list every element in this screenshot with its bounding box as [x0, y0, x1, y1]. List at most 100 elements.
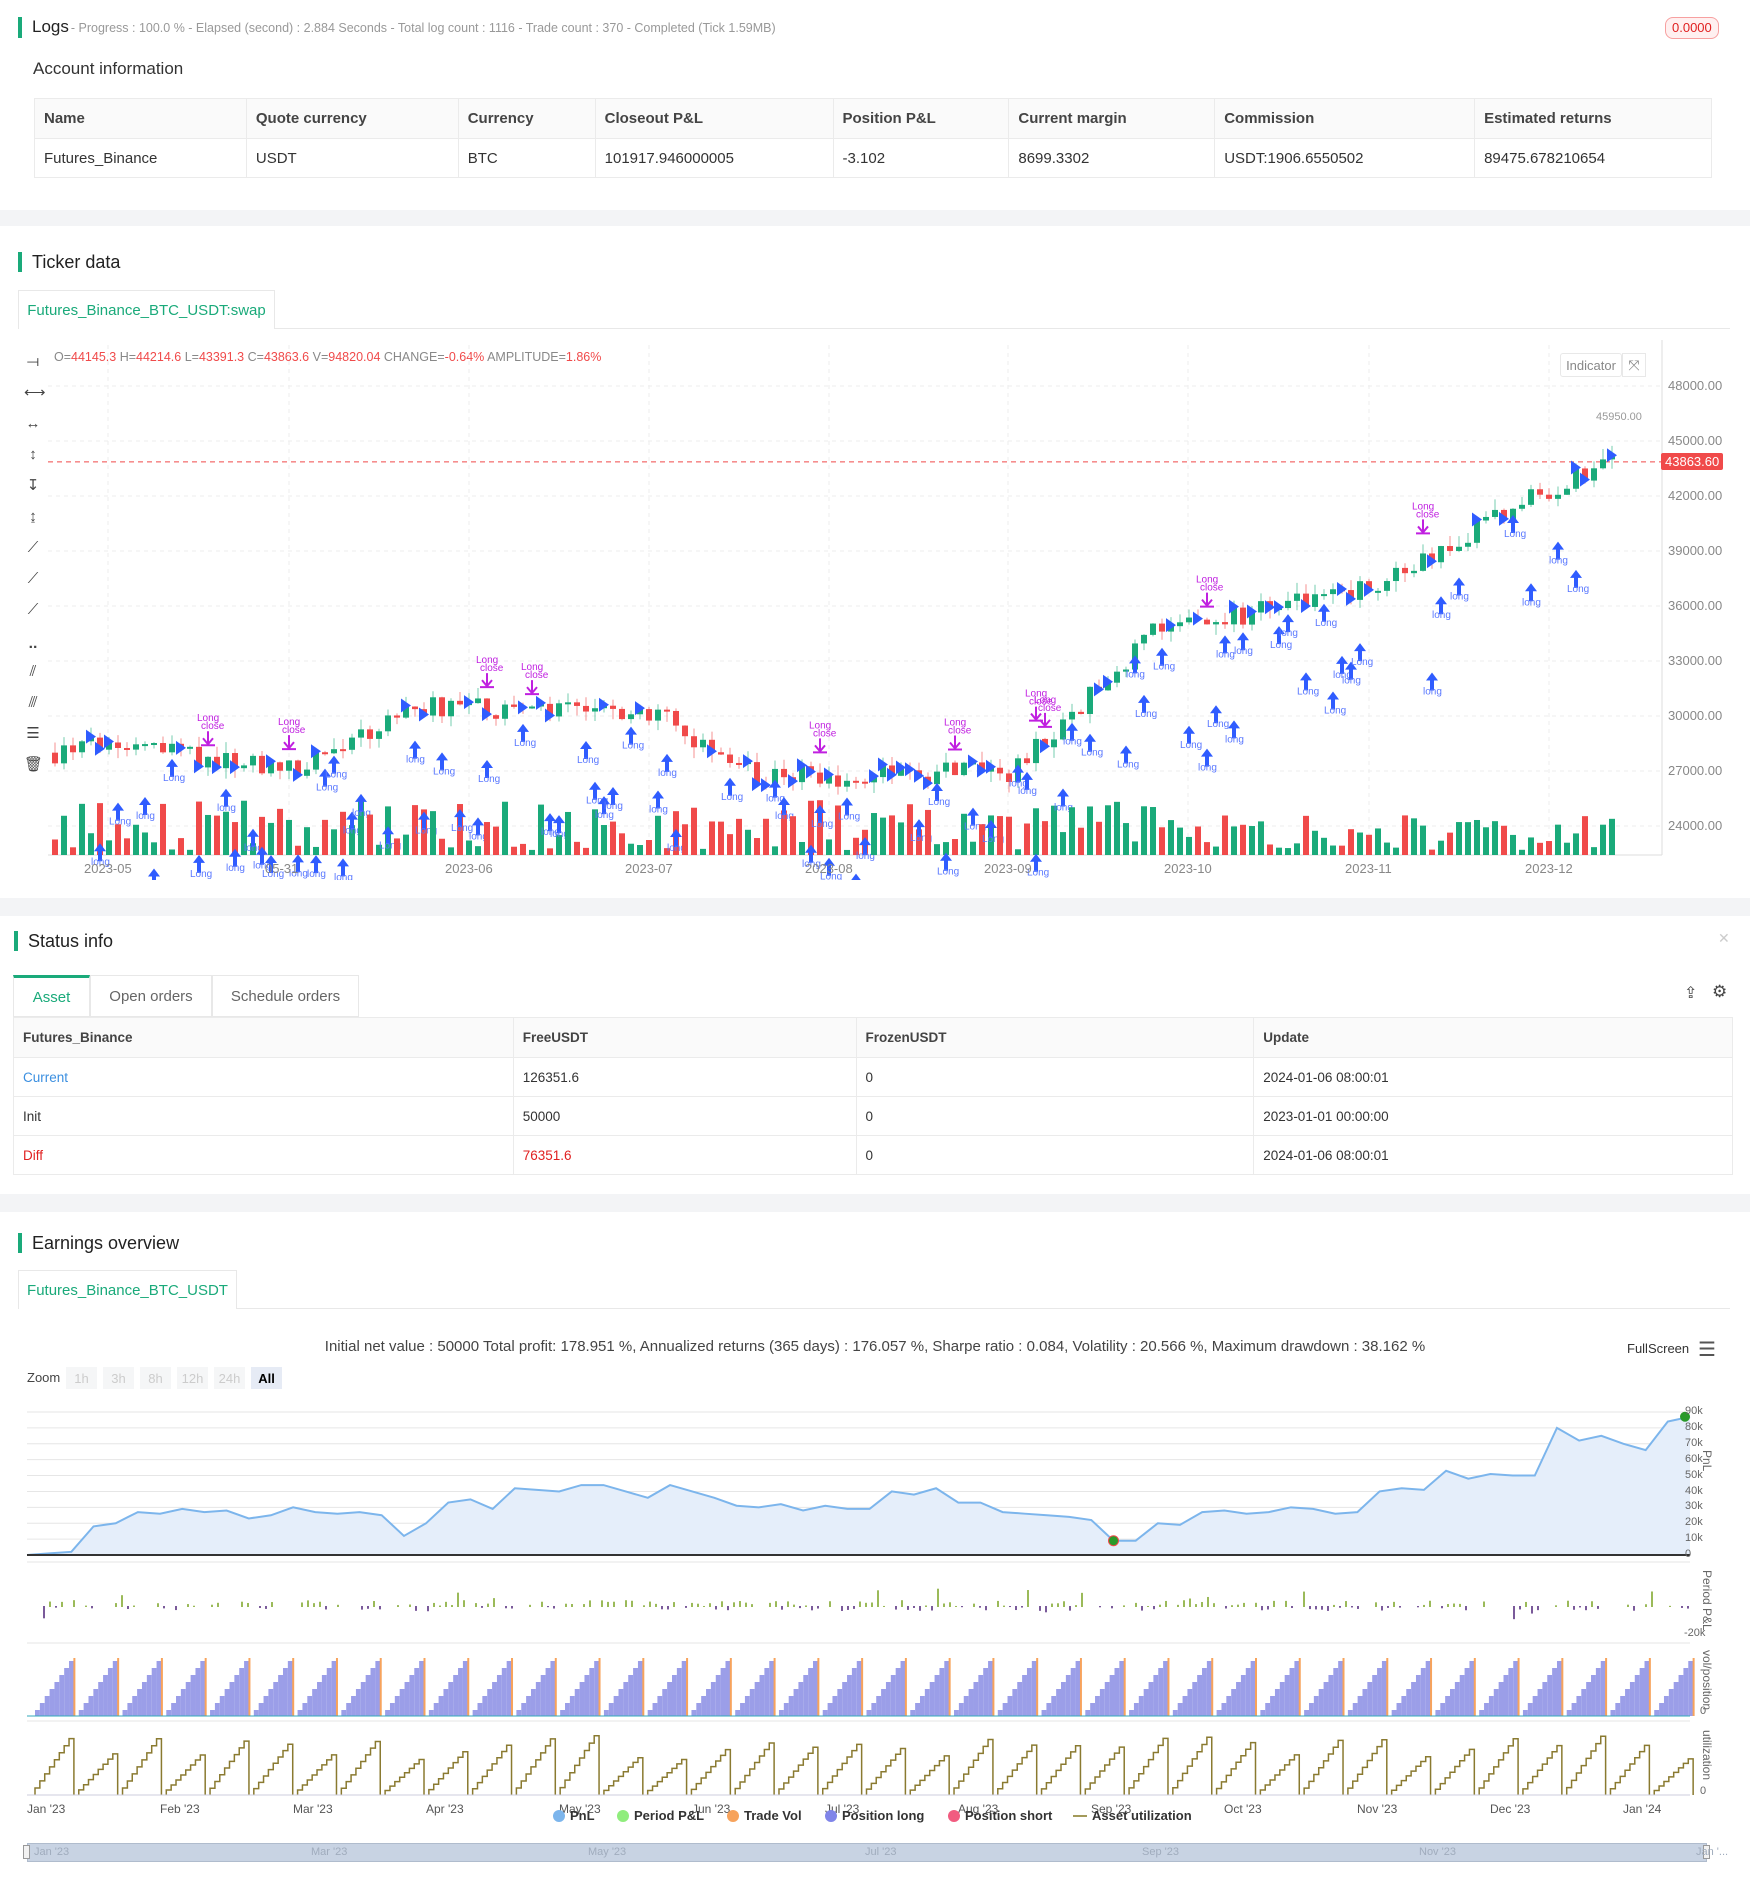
volume-bar [1501, 825, 1507, 855]
tab-earnings-symbol[interactable]: Futures_Binance_BTC_USDT [18, 1270, 237, 1309]
settings-icon[interactable]: ⚙ [1712, 982, 1727, 1002]
period-pnl-bar [1147, 1605, 1149, 1607]
position-long-bar [190, 1675, 196, 1716]
position-long-bar [312, 1689, 318, 1716]
position-long-bar [151, 1668, 157, 1716]
zoom-12h[interactable]: 12h [177, 1367, 208, 1389]
volume-bar [214, 815, 220, 855]
period-pnl-bar [1231, 1605, 1233, 1607]
period-pnl-bar [1051, 1603, 1053, 1607]
volume-bar [1294, 843, 1300, 855]
volume-bar [907, 804, 913, 855]
position-long-bar [1163, 1661, 1168, 1716]
volume-bar [1510, 834, 1516, 855]
position-long-bar [822, 1710, 828, 1716]
period-pnl-bar [127, 1606, 129, 1610]
collapse-icon[interactable]: ✕ [1718, 930, 1730, 947]
tab-open-orders[interactable]: Open orders [90, 975, 212, 1017]
position-long-bar [477, 1703, 483, 1716]
zoom-8h[interactable]: 8h [140, 1367, 171, 1389]
period-pnl-bar [265, 1606, 267, 1609]
position-long-bar [1454, 1682, 1460, 1716]
position-long-bar [778, 1710, 784, 1716]
earnings-chart[interactable] [0, 1395, 1750, 1815]
zoom-3h[interactable]: 3h [103, 1367, 134, 1389]
tab-ticker-swap[interactable]: Futures_Binance_BTC_USDT:swap [18, 290, 275, 329]
position-long-bar [954, 1710, 959, 1716]
position-long-bar [1304, 1710, 1309, 1716]
account-cell: Futures_Binance [34, 138, 247, 178]
candle [691, 728, 697, 759]
candle [646, 706, 652, 726]
tab-schedule-orders[interactable]: Schedule orders [212, 975, 359, 1017]
position-long-bar [1070, 1668, 1076, 1716]
position-long-bar [1532, 1696, 1538, 1716]
account-cell: 101917.946000005 [594, 138, 834, 178]
legend-item[interactable]: Period P&L [617, 1808, 704, 1823]
position-long-bar [107, 1668, 113, 1716]
period-pnl-bar [691, 1602, 693, 1607]
legend-item[interactable]: Asset utilization [1073, 1808, 1192, 1823]
position-long-bar [1095, 1696, 1100, 1716]
volume-bar [1411, 818, 1417, 855]
candle [1051, 731, 1057, 758]
period-pnl-bar [1597, 1606, 1599, 1609]
legend-item[interactable]: Position long [825, 1808, 924, 1823]
position-long-bar [268, 1689, 274, 1716]
svg-text:Long: Long [1153, 662, 1175, 673]
period-pnl-bar [481, 1606, 483, 1608]
legend-item[interactable]: PnL [553, 1808, 595, 1823]
candle [169, 735, 175, 756]
volume-bar [205, 814, 211, 855]
asset-header-cell: FrozenUSDT [855, 1017, 1255, 1058]
zoom-24h[interactable]: 24h [214, 1367, 245, 1389]
position-long-bar [997, 1710, 1003, 1716]
period-pnl-bar [1651, 1591, 1653, 1607]
position-long-bar [1634, 1675, 1640, 1716]
position-long-bar [1620, 1696, 1626, 1716]
zoom-1h[interactable]: 1h [66, 1367, 97, 1389]
volume-bar [52, 839, 58, 855]
volume-bar [1402, 815, 1408, 855]
fullscreen-button[interactable]: FullScreen [1627, 1341, 1689, 1356]
asset-cell: 0 [855, 1096, 1255, 1136]
position-long-bar [1415, 1675, 1421, 1716]
period-pnl-bar [1039, 1606, 1041, 1611]
asset-cell[interactable]: Current [13, 1057, 514, 1097]
period-pnl-bar [1465, 1606, 1467, 1611]
position-long-bar [1308, 1703, 1314, 1716]
position-long-bar [39, 1703, 45, 1716]
tab-asset[interactable]: Asset [13, 975, 90, 1017]
position-long-bar [1625, 1689, 1630, 1716]
svg-text:long: long [1216, 649, 1235, 660]
period-pnl-bar [1075, 1605, 1077, 1607]
position-long-bar [1031, 1661, 1037, 1716]
volume-bar [1177, 827, 1183, 855]
period-pnl-bar [397, 1605, 399, 1607]
position-long-bar [1591, 1675, 1596, 1716]
position-long-bar [1109, 1675, 1115, 1716]
volume-bar [1150, 807, 1156, 855]
candle [961, 761, 967, 777]
long-arrow-marker: long [1549, 541, 1568, 567]
menu-icon[interactable]: ☰ [1698, 1337, 1716, 1362]
legend-item[interactable]: Trade Vol [727, 1808, 802, 1823]
navigator-handle-left[interactable] [23, 1845, 30, 1859]
legend-swatch-icon [825, 1809, 837, 1822]
legend-item[interactable]: Position short [948, 1808, 1052, 1823]
volume-bar [1132, 841, 1138, 855]
period-pnl-bar [949, 1602, 951, 1607]
position-long-bar [244, 1661, 249, 1716]
position-long-bar [521, 1703, 527, 1716]
period-min-tick: -20k [1684, 1627, 1706, 1639]
zoom-All[interactable]: All [251, 1367, 282, 1389]
position-long-bar [122, 1710, 128, 1716]
candlestick-chart[interactable]: longLonglongLongLongLongLongcloselonglon… [0, 340, 1750, 880]
position-long-bar [1411, 1682, 1416, 1716]
close-signal-marker: Longclose [809, 720, 837, 754]
candle [628, 710, 634, 724]
position-long-bar [1435, 1710, 1441, 1716]
upload-icon[interactable]: ⇪ [1684, 983, 1697, 1003]
long-arrow-marker: Long [622, 726, 644, 752]
earnings-time-tick: Nov '23 [1357, 1802, 1398, 1816]
